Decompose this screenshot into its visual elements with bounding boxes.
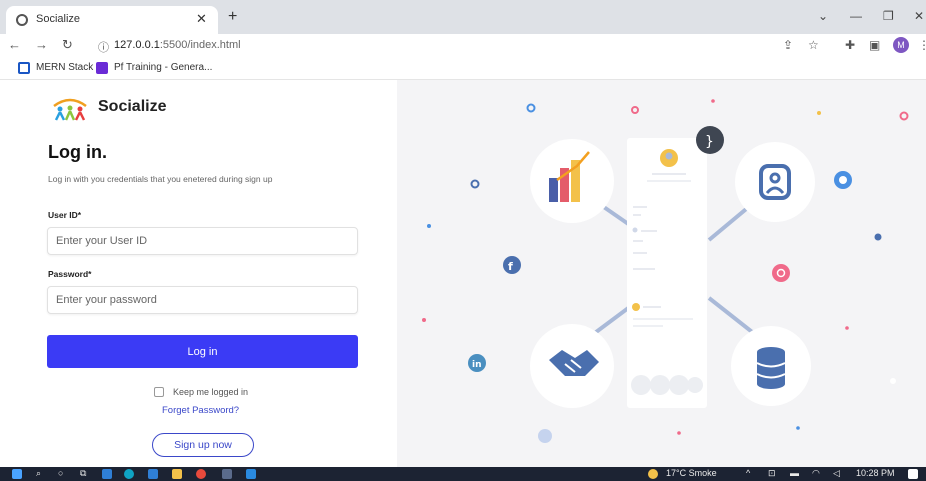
menu-icon[interactable]: ⋮	[918, 38, 926, 52]
bookmark-star-icon[interactable]: ☆	[808, 38, 819, 52]
cortana-icon[interactable]: ○	[58, 468, 63, 478]
userid-label: User ID*	[48, 210, 82, 220]
reload-icon[interactable]: ↻	[62, 37, 73, 53]
vscode-icon[interactable]	[246, 469, 256, 479]
task-view-icon[interactable]: ⧉	[80, 468, 86, 479]
password-input[interactable]	[47, 286, 358, 314]
new-tab-icon[interactable]: +	[228, 8, 237, 26]
search-icon[interactable]: ⌕	[36, 468, 41, 479]
login-description: Log in with you credentials that you ene…	[48, 174, 273, 184]
svg-text:in: in	[472, 360, 482, 370]
bookmarks-bar: MERN Stack Pf Training - Genera...	[0, 58, 926, 80]
clock[interactable]: 10:28 PM	[856, 468, 895, 478]
back-icon[interactable]: ←	[8, 37, 21, 52]
page-title: Log in.	[48, 142, 107, 162]
browser-toolbar: ← → ↻ ⓘ 127.0.0.1:5500/index.html ⇪ ☆ ✚ …	[0, 34, 926, 58]
site-info-icon[interactable]: ⓘ	[98, 39, 109, 55]
battery-icon[interactable]: ▬	[790, 468, 799, 478]
bookmark-mern-stack[interactable]: MERN Stack	[36, 62, 93, 73]
tab-title: Socialize	[36, 13, 81, 25]
svg-text:}: }	[705, 134, 714, 150]
login-panel: Socialize Log in. Log in with you creden…	[0, 80, 397, 467]
bookmark-wp-icon	[96, 62, 108, 74]
file-explorer-icon[interactable]	[172, 469, 182, 479]
notifications-icon[interactable]	[908, 469, 918, 479]
windows-start-icon[interactable]	[12, 469, 22, 479]
instagram-icon	[772, 264, 790, 282]
bookmark-folder-icon	[18, 62, 30, 74]
svg-text:f: f	[508, 260, 513, 273]
app-icon[interactable]	[102, 469, 112, 479]
card-avatar-small-icon	[632, 303, 640, 311]
weather-icon	[648, 469, 658, 479]
window-close-icon[interactable]: ✕	[914, 9, 924, 23]
signup-button[interactable]: Sign up now	[152, 433, 254, 457]
login-button[interactable]: Log in	[47, 335, 358, 368]
restore-icon[interactable]: ❐	[883, 9, 894, 23]
url-text: 127.0.0.1:5500/index.html	[114, 39, 241, 51]
profile-card	[627, 138, 707, 408]
taskbar: ⌕ ○ ⧉ 17°C Smoke ^ ⊡ ▬ ◠ ◁ 10:28 PM	[0, 467, 926, 481]
minimize-icon[interactable]: —	[850, 9, 862, 23]
tray-chevron-icon[interactable]: ^	[746, 468, 750, 478]
bookmark-pf-training[interactable]: Pf Training - Genera...	[114, 62, 212, 73]
app-icon[interactable]	[222, 469, 232, 479]
edge-icon[interactable]	[124, 469, 134, 479]
side-panel-icon[interactable]: ▣	[869, 38, 880, 52]
password-label: Password*	[48, 269, 92, 279]
share-icon[interactable]: ⇪	[783, 38, 793, 52]
keep-logged-in-label: Keep me logged in	[173, 387, 249, 397]
userid-input[interactable]	[47, 227, 358, 255]
page: Socialize Log in. Log in with you creden…	[0, 80, 926, 467]
browser-tab[interactable]: Socialize ✕	[6, 6, 218, 34]
social-network-illustration: } f in	[422, 99, 909, 443]
tab-close-icon[interactable]: ✕	[196, 11, 207, 27]
forward-icon[interactable]: →	[35, 37, 48, 52]
mail-icon[interactable]	[148, 469, 158, 479]
extensions-icon[interactable]: ✚	[845, 38, 855, 52]
keep-logged-in-checkbox[interactable]	[154, 387, 164, 397]
socialize-logo-icon	[53, 98, 87, 121]
brand-name: Socialize	[98, 98, 167, 115]
profile-avatar[interactable]: M	[893, 37, 909, 53]
wifi-icon[interactable]: ◠	[812, 468, 820, 479]
forgot-password-link[interactable]: Forget Password?	[162, 405, 239, 416]
tab-search-icon[interactable]: ⌄	[818, 9, 828, 23]
address-bar[interactable]: ⓘ 127.0.0.1:5500/index.html	[88, 36, 838, 56]
volume-icon[interactable]: ◁	[833, 468, 840, 479]
illustration-panel: } f in	[397, 80, 926, 467]
tab-favicon-icon	[16, 14, 28, 26]
browser-tab-strip: Socialize ✕ + ⌄ — ❐ ✕	[0, 0, 926, 34]
chrome-icon[interactable]	[196, 469, 206, 479]
weather-text[interactable]: 17°C Smoke	[666, 468, 717, 478]
network-icon[interactable]: ⊡	[768, 468, 776, 479]
